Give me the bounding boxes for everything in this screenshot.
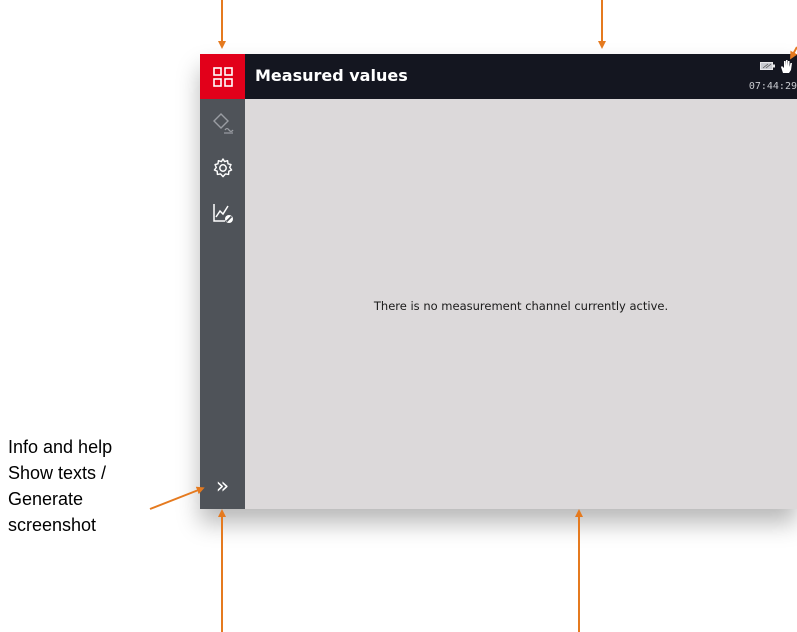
callout-arrows [149,0,797,632]
arrow-expand [149,486,205,510]
arrow-status [790,46,797,60]
